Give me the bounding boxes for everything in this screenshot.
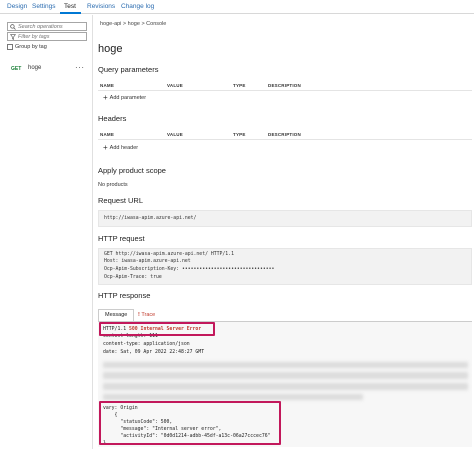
- divider: [98, 139, 472, 140]
- add-header-button[interactable]: + Add header: [103, 143, 139, 152]
- search-icon: [10, 24, 16, 30]
- group-by-tag-label: Group by tag: [15, 44, 47, 50]
- response-header-line: date: Sat, 09 Apr 2022 22:48:27 GMT: [103, 350, 205, 355]
- divider: [98, 90, 472, 91]
- headers-col-type: TYPE: [233, 132, 246, 137]
- query-col-type: TYPE: [233, 83, 246, 88]
- request-line: Host: iwasa-apim.azure-api.net: [104, 259, 191, 264]
- add-header-label: Add header: [109, 145, 139, 151]
- console-panel: hoge-api > hoge > Console hoge Query par…: [94, 15, 474, 449]
- operation-item[interactable]: GET hoge ···: [0, 63, 92, 75]
- headers-col-name: NAME: [100, 132, 115, 137]
- group-by-tag-checkbox[interactable]: [7, 44, 13, 50]
- status-line-highlight: [99, 322, 215, 336]
- add-parameter-button[interactable]: + Add parameter: [103, 93, 147, 102]
- page-title: hoge: [98, 43, 123, 55]
- add-parameter-label: Add parameter: [109, 95, 147, 101]
- request-url-title: Request URL: [98, 196, 144, 205]
- query-parameters-title: Query parameters: [98, 65, 159, 74]
- tab-message[interactable]: Message: [98, 309, 134, 321]
- headers-col-value: VALUE: [167, 132, 183, 137]
- filter-icon: [10, 34, 16, 40]
- group-by-tag-row[interactable]: Group by tag: [7, 43, 47, 51]
- product-scope-value: No products: [98, 182, 128, 188]
- http-response-title: HTTP response: [98, 291, 151, 300]
- request-line: Ocp-Apim-Subscription-Key: •••••••••••••…: [104, 267, 275, 272]
- query-col-name: NAME: [100, 83, 115, 88]
- filter-tags-input[interactable]: [18, 33, 86, 40]
- tab-revisions[interactable]: Revisions: [87, 3, 115, 10]
- response-body-highlight: [99, 401, 281, 445]
- headers-title: Headers: [98, 114, 127, 123]
- request-url-value: http://iwasa-apim.azure-api.net/: [104, 216, 197, 221]
- redacted-region: [103, 362, 468, 368]
- request-line: Ocp-Apim-Trace: true: [104, 275, 162, 280]
- query-col-description: DESCRIPTION: [268, 83, 301, 88]
- search-operations-input[interactable]: [18, 23, 86, 30]
- response-header-line: content-type: application/json: [103, 342, 190, 347]
- top-tab-bar: Design Settings Test Revisions Change lo…: [0, 0, 474, 14]
- operation-method-badge: GET: [11, 66, 22, 72]
- query-col-value: VALUE: [167, 83, 183, 88]
- plus-icon: +: [103, 93, 108, 102]
- filter-tags-box[interactable]: [7, 32, 87, 41]
- search-operations-box[interactable]: [7, 22, 87, 31]
- operations-sidebar: Group by tag GET hoge ···: [0, 15, 93, 449]
- request-line: GET http://iwasa-apim.azure-api.net/ HTT…: [104, 252, 234, 257]
- http-request-title: HTTP request: [98, 234, 145, 243]
- tab-trace-label: Trace: [141, 312, 156, 318]
- redacted-region: [103, 394, 363, 400]
- active-tab-indicator: [60, 12, 81, 14]
- redacted-region: [103, 383, 468, 390]
- tab-test[interactable]: Test: [64, 3, 76, 10]
- redacted-region: [103, 372, 468, 379]
- http-request-box: GET http://iwasa-apim.azure-api.net/ HTT…: [98, 248, 472, 285]
- plus-icon: +: [103, 143, 108, 152]
- headers-col-description: DESCRIPTION: [268, 132, 301, 137]
- more-options-icon[interactable]: ···: [75, 63, 85, 72]
- operation-name: hoge: [28, 65, 42, 71]
- tab-change-log[interactable]: Change log: [121, 3, 154, 10]
- product-scope-title: Apply product scope: [98, 166, 166, 175]
- tab-design[interactable]: Design: [7, 3, 27, 10]
- breadcrumb: hoge-api > hoge > Console: [100, 21, 167, 27]
- tab-trace[interactable]: ! Trace: [138, 309, 155, 318]
- request-url-box: http://iwasa-apim.azure-api.net/: [98, 210, 472, 227]
- tab-settings[interactable]: Settings: [32, 3, 56, 10]
